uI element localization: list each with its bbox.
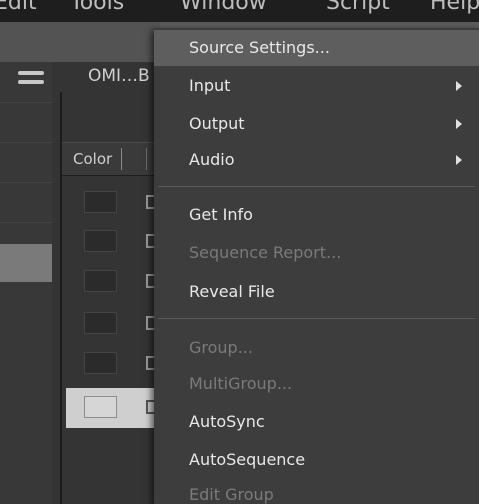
menu-item-autosync[interactable]: AutoSync <box>189 412 265 431</box>
left-selected-row[interactable] <box>0 244 52 282</box>
menubar-item-tools[interactable]: Tools <box>70 0 124 15</box>
menu-item-reveal-file[interactable]: Reveal File <box>189 282 275 301</box>
menu-item-autosequence[interactable]: AutoSequence <box>189 450 305 469</box>
menu-item-multigroup[interactable]: MultiGroup... <box>189 374 292 393</box>
app-window: Edit Tools Window Script Help OMI…B Colo… <box>0 0 479 504</box>
menubar-item-script[interactable]: Script <box>326 0 390 15</box>
color-swatch[interactable] <box>84 230 117 252</box>
left-row-divider <box>0 102 52 103</box>
clip-icon <box>146 356 154 370</box>
context-menu: Source Settings... Input Output Audio Ge… <box>154 28 479 504</box>
menubar-item-edit[interactable]: Edit <box>0 0 37 15</box>
clip-icon <box>146 316 154 330</box>
menu-item-sequence-report[interactable]: Sequence Report... <box>189 243 341 262</box>
color-swatch[interactable] <box>84 191 117 213</box>
left-row-divider <box>0 222 52 223</box>
color-swatch[interactable] <box>84 270 117 292</box>
menu-item-input[interactable]: Input <box>189 76 230 95</box>
menu-item-group[interactable]: Group... <box>189 338 253 357</box>
clip-icon <box>146 274 154 288</box>
menu-separator <box>158 318 475 319</box>
menu-item-edit-group[interactable]: Edit Group <box>189 485 274 504</box>
column-separator[interactable] <box>121 148 122 170</box>
menubar-item-help[interactable]: Help <box>430 0 479 15</box>
submenu-arrow-icon <box>456 155 462 165</box>
column-header-color[interactable]: Color <box>73 150 112 168</box>
left-panel <box>0 62 52 504</box>
menu-separator <box>158 186 475 187</box>
menubar: Edit Tools Window Script Help <box>0 0 479 22</box>
column-separator[interactable] <box>146 148 147 170</box>
color-swatch-selected[interactable] <box>84 396 117 418</box>
menu-item-output[interactable]: Output <box>189 114 245 133</box>
clip-icon <box>146 195 154 209</box>
menu-item-source-settings[interactable]: Source Settings... <box>189 38 330 57</box>
submenu-arrow-icon <box>456 81 462 91</box>
left-row-divider <box>0 182 52 183</box>
menu-item-audio[interactable]: Audio <box>189 150 234 169</box>
toolbar-strip-left <box>0 22 160 62</box>
clip-icon <box>146 400 154 414</box>
color-swatch[interactable] <box>84 312 117 334</box>
hamburger-menu-icon[interactable] <box>18 71 44 84</box>
left-row-divider <box>0 142 52 143</box>
clip-icon <box>146 234 154 248</box>
browser-tab[interactable]: OMI…B <box>88 66 150 86</box>
submenu-arrow-icon <box>456 119 462 129</box>
menubar-item-window[interactable]: Window <box>180 0 267 15</box>
color-swatch[interactable] <box>84 352 117 374</box>
menu-item-get-info[interactable]: Get Info <box>189 205 253 224</box>
